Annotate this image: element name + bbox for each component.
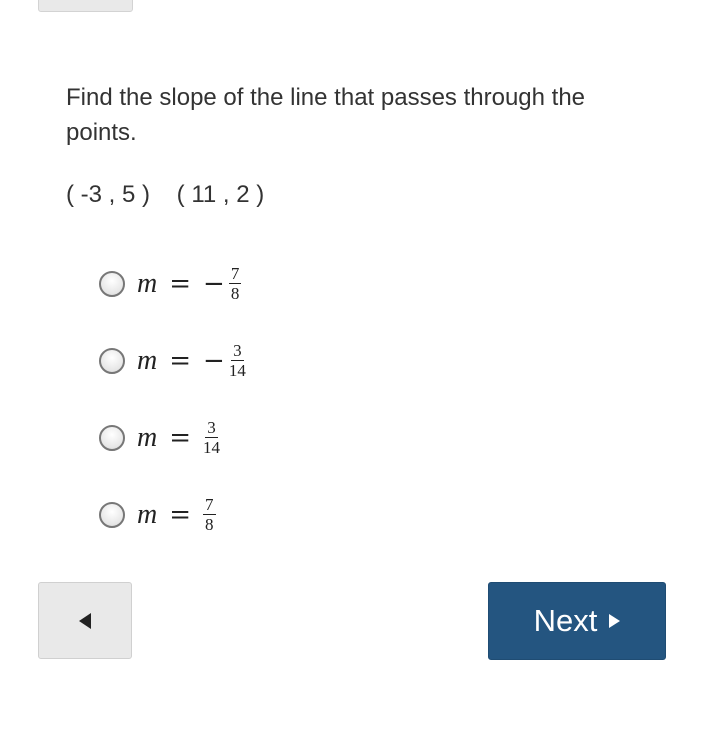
equals-sign: = [169,268,192,299]
next-button[interactable]: Next [488,582,666,660]
radio-button[interactable] [99,501,125,528]
answer-option-3[interactable]: m = 3 14 [99,399,246,476]
minus-sign: − [203,345,225,376]
denominator: 8 [230,284,240,303]
variable: m [137,344,158,376]
question-text: Find the slope of the line that passes t… [66,84,586,146]
numerator: 3 [205,418,218,438]
answer-expression: m = − 7 8 [137,264,242,303]
numerator: 3 [231,341,244,361]
radio-button[interactable] [99,270,125,297]
question-points: ( -3 , 5 ) ( 11 , 2 ) [66,181,265,208]
variable: m [137,498,158,530]
equals-sign: = [169,345,192,376]
answer-options: m = − 7 8 m = − 3 14 m = 3 14 m = 7 8 [99,245,246,553]
answer-option-1[interactable]: m = − 7 8 [99,245,246,322]
equals-sign: = [169,499,192,530]
answer-expression: m = 3 14 [137,418,220,457]
previous-button[interactable] [38,582,132,659]
radio-button[interactable] [99,347,125,374]
numerator: 7 [228,264,242,284]
answer-option-4[interactable]: m = 7 8 [99,476,246,553]
variable: m [137,421,158,453]
minus-sign: − [203,268,225,299]
next-label: Next [533,603,598,638]
denominator: 14 [203,438,221,457]
denominator: 8 [205,515,214,534]
fraction: 3 14 [229,341,246,380]
fraction: 7 8 [228,264,242,303]
equals-sign: = [169,422,192,453]
triangle-left-icon [79,612,91,629]
numerator: 7 [203,495,216,515]
answer-expression: m = 7 8 [137,495,216,534]
answer-option-2[interactable]: m = − 3 14 [99,322,246,399]
fraction: 7 8 [203,495,216,534]
fraction: 3 14 [203,418,220,457]
previous-page-button-partial[interactable] [38,0,133,12]
answer-expression: m = − 3 14 [137,341,246,380]
triangle-right-icon [609,614,621,628]
denominator: 14 [228,361,246,380]
variable: m [137,267,158,299]
radio-button[interactable] [99,424,125,451]
